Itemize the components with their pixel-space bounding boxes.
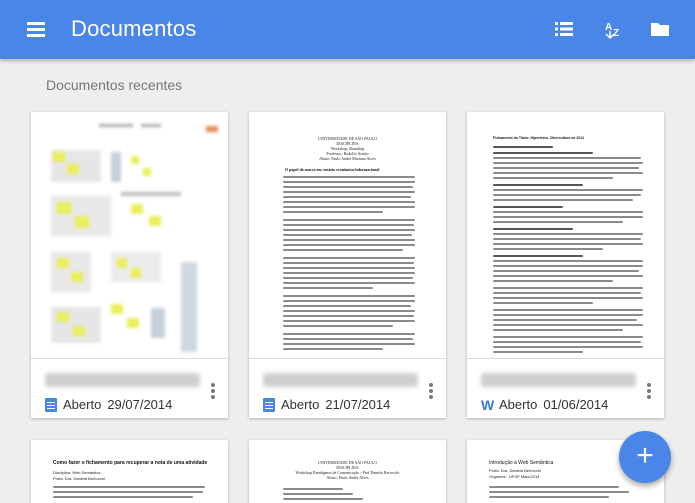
list-view-icon[interactable] — [549, 14, 579, 44]
document-name-blurred — [481, 373, 636, 387]
svg-text:A: A — [605, 22, 612, 33]
document-status: Aberto — [499, 397, 538, 412]
google-docs-icon — [45, 397, 57, 412]
blurred-diagram-preview — [51, 124, 218, 352]
document-card[interactable]: Fichamento do Título: Hipertexto, Ciberc… — [467, 112, 664, 418]
document-card[interactable]: UNIVERSIDADE DE SÃO PAULO DISCIPLINA Wor… — [249, 440, 446, 503]
document-name-blurred — [263, 373, 418, 387]
document-meta: Aberto 21/07/2014 — [263, 397, 390, 412]
document-meta: Aberto 29/07/2014 — [45, 397, 172, 412]
preview-header-line: Aluno: Paulo André Alves — [326, 475, 369, 480]
google-docs-icon — [263, 397, 275, 412]
document-card[interactable]: UNIVERSIDADE DE SÃO PAULO DISCIPLINA Wor… — [249, 112, 446, 418]
preview-line: Profa. Dra. Daniela Bertocchi — [53, 476, 105, 481]
document-name-blurred — [45, 373, 200, 387]
document-date: 21/07/2014 — [325, 397, 391, 412]
document-date: 29/07/2014 — [107, 397, 173, 412]
document-date: 01/06/2014 — [543, 397, 609, 412]
document-card[interactable]: Aberto 29/07/2014 — [31, 112, 228, 418]
preview-line: Profa. Dra. Daniela Bertocchi — [489, 468, 541, 473]
document-thumbnail: UNIVERSIDADE DE SÃO PAULO DISCIPLINA Wor… — [249, 440, 446, 503]
section-title: Documentos recentes — [46, 77, 183, 93]
svg-text:Z: Z — [613, 28, 619, 39]
document-meta: W Aberto 01/06/2014 — [481, 397, 608, 412]
preview-line: Orgames - UFSP Maio/2014 — [489, 474, 540, 479]
document-status: Aberto — [281, 397, 320, 412]
document-thumbnail: UNIVERSIDADE DE SÃO PAULO DISCIPLINA Wor… — [249, 112, 446, 359]
preview-title: Como fazer o fichamento para recuperar a… — [53, 460, 208, 466]
preview-title: Fichamento do Título: Hipertexto, Ciberc… — [493, 136, 585, 140]
folder-icon[interactable] — [645, 14, 675, 44]
document-thumbnail — [31, 112, 228, 359]
document-card[interactable]: Como fazer o fichamento para recuperar a… — [31, 440, 228, 503]
preview-header-line: Aluno: Paulo André Mariano Alves — [319, 156, 376, 161]
preview-line: Disciplina: Web Semântica — [53, 470, 101, 475]
more-options-icon[interactable] — [208, 381, 218, 401]
document-status: Aberto — [63, 397, 102, 412]
sort-az-icon[interactable]: AZ — [599, 14, 629, 44]
new-document-button[interactable]: + — [619, 431, 671, 483]
document-thumbnail: Como fazer o fichamento para recuperar a… — [31, 440, 228, 503]
more-options-icon[interactable] — [426, 381, 436, 401]
more-options-icon[interactable] — [644, 381, 654, 401]
hamburger-menu-icon[interactable] — [25, 19, 49, 39]
page-title: Documentos — [71, 16, 197, 41]
app-bar: Documentos AZ — [0, 0, 695, 59]
document-thumbnail: Fichamento do Título: Hipertexto, Ciberc… — [467, 112, 664, 359]
preview-title: Introdução à Web Semântica — [489, 460, 554, 466]
word-document-icon: W — [481, 396, 495, 413]
preview-heading: O papel da marca em cenário econômico/in… — [285, 167, 380, 172]
